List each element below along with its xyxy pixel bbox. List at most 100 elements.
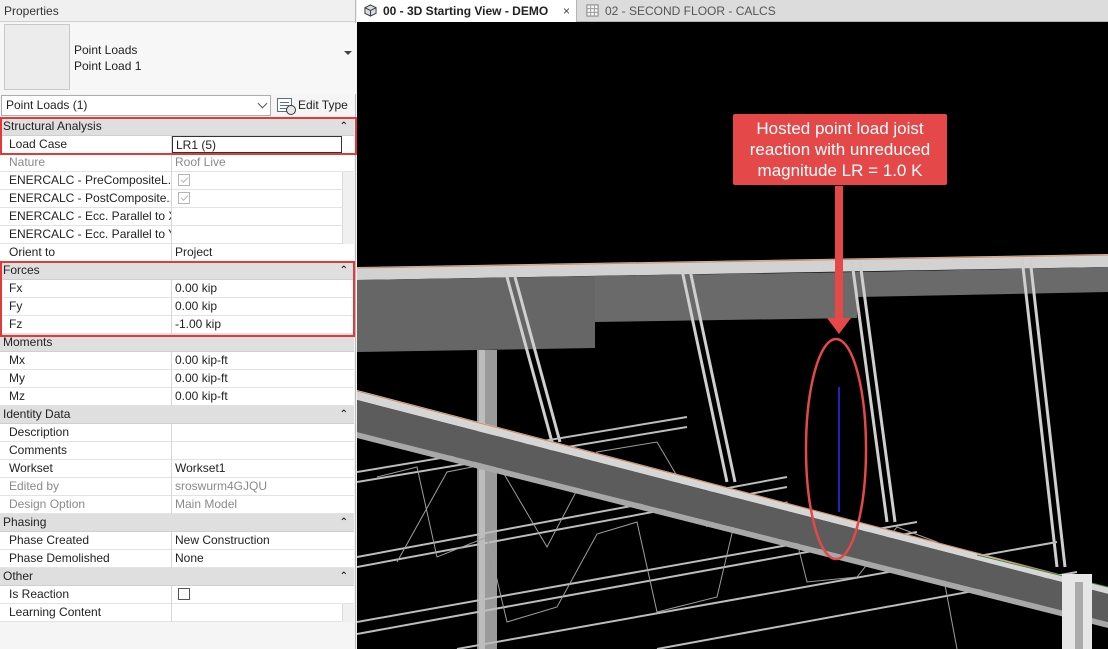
property-row-nature: Nature Roof Live [0,154,354,172]
property-label: Mz [0,388,172,406]
close-icon[interactable]: × [563,0,570,22]
floor-plan-icon [586,4,599,17]
tab-3d-starting-view[interactable]: 00 - 3D Starting View - DEMO × [357,0,577,22]
property-row-orient-to: Orient to Project [0,244,354,262]
property-row-my: My 0.00 kip-ft [0,370,354,388]
property-label: Is Reaction [0,586,172,604]
type-thumbnail [4,24,70,90]
section-phasing[interactable]: Phasing ⌃ [0,514,354,532]
section-label: Structural Analysis [3,119,102,133]
property-label: Fx [0,280,172,298]
browse-button[interactable] [342,190,354,208]
property-value: Roof Live [175,155,226,169]
edit-type-icon [277,98,296,115]
property-value[interactable]: Project [172,244,342,262]
section-other[interactable]: Other ⌃ [0,568,354,586]
property-label: ENERCALC - PostComposite... [0,190,172,208]
instance-filter-dropdown[interactable]: Point Loads (1) [1,95,271,116]
property-value[interactable] [172,226,342,244]
tab-second-floor-calcs[interactable]: 02 - SECOND FLOOR - CALCS [579,0,879,22]
workset-field[interactable]: Workset1 [172,460,342,478]
section-structural-analysis[interactable]: Structural Analysis ⌃ [0,118,354,136]
instance-filter-row: Point Loads (1) Edit Type [0,94,356,118]
properties-grid: Structural Analysis ⌃ Load Case LR1 (5) … [0,118,354,622]
property-row-mz: Mz 0.00 kip-ft [0,388,354,406]
browse-button[interactable] [342,208,354,226]
property-row-enercalc-precomposite: ENERCALC - PreCompositeL... [0,172,354,190]
property-value[interactable] [172,604,342,622]
3d-viewport[interactable]: Hosted point load joist reaction with un… [357,22,1108,649]
type-name-label: Point Load 1 [74,59,142,73]
property-label: Design Option [0,496,172,514]
view-tab-bar: 00 - 3D Starting View - DEMO × 02 - SECO… [357,0,1108,22]
type-family-label: Point Loads [74,43,138,57]
section-label: Other [3,569,34,583]
property-value[interactable] [172,208,342,226]
section-moments[interactable]: Moments [0,334,354,352]
property-row-fx: Fx 0.00 kip [0,280,354,298]
mz-field[interactable]: 0.00 kip-ft [172,388,342,406]
edit-type-button[interactable]: Edit Type [274,95,354,116]
section-label: Forces [3,263,40,277]
property-label: Workset [0,460,172,478]
fz-field[interactable]: -1.00 kip [172,316,342,334]
fy-field[interactable]: 0.00 kip [172,298,342,316]
description-field[interactable] [172,424,342,442]
property-value: Main Model [175,497,238,511]
property-row-fy: Fy 0.00 kip [0,298,354,316]
end-column [1075,582,1083,649]
property-label: Fy [0,298,172,316]
property-label: ENERCALC - Ecc. Parallel to XX [0,208,172,226]
collapse-icon[interactable]: ⌃ [340,514,348,531]
phase-demolished-field[interactable]: None [172,550,342,568]
property-value [172,172,342,190]
collapse-icon[interactable]: ⌃ [340,262,348,279]
property-row-enercalc-postcomposite: ENERCALC - PostComposite... [0,190,354,208]
back-beam-web [595,272,857,322]
section-label: Moments [3,335,53,349]
is-reaction-checkbox[interactable] [178,588,190,600]
property-row-mx: Mx 0.00 kip-ft [0,352,354,370]
property-row-edited-by: Edited by sroswurm4GJQU [0,478,354,496]
property-row-description: Description [0,424,354,442]
phase-created-field[interactable]: New Construction [172,532,342,550]
property-row-enercalc-ecc-xx: ENERCALC - Ecc. Parallel to XX [0,208,354,226]
browse-button[interactable] [342,172,354,190]
property-label: ENERCALC - Ecc. Parallel to YY [0,226,172,244]
browse-button[interactable] [342,604,354,622]
load-case-field[interactable]: LR1 (5) [172,136,342,153]
fx-field[interactable]: 0.00 kip [172,280,342,298]
type-selector[interactable]: Point Loads Point Load 1 [0,23,356,94]
callout-arrow-shaft [835,186,843,322]
collapse-icon[interactable]: ⌃ [340,118,348,135]
property-row-phase-demolished: Phase Demolished None [0,550,354,568]
collapse-icon[interactable]: ⌃ [340,406,348,423]
dropdown-arrow-icon[interactable] [344,51,352,55]
browse-button[interactable] [342,226,354,244]
property-row-comments: Comments [0,442,354,460]
property-row-phase-created: Phase Created New Construction [0,532,354,550]
front-beam-web [357,400,1108,622]
property-label: Nature [0,154,172,172]
comments-field[interactable] [172,442,342,460]
tab-label: 00 - 3D Starting View - DEMO [383,4,549,18]
property-label: Learning Content [0,604,172,622]
section-forces[interactable]: Forces ⌃ [0,262,354,280]
property-value [172,586,342,604]
mx-field[interactable]: 0.00 kip-ft [172,352,342,370]
property-label: Comments [0,442,172,460]
section-identity-data[interactable]: Identity Data ⌃ [0,406,354,424]
property-label: Edited by [0,478,172,496]
3d-view-icon [364,4,377,17]
edit-type-label: Edit Type [298,98,348,112]
property-value [172,190,342,208]
callout-arrow-head [827,318,851,334]
column [479,350,485,649]
property-label: Load Case [0,136,172,154]
collapse-icon[interactable]: ⌃ [340,568,348,585]
chevron-down-icon [257,98,268,109]
property-label: My [0,370,172,388]
properties-panel: Properties Point Loads Point Load 1 Poin… [0,0,357,649]
my-field[interactable]: 0.00 kip-ft [172,370,342,388]
property-row-enercalc-ecc-yy: ENERCALC - Ecc. Parallel to YY [0,226,354,244]
